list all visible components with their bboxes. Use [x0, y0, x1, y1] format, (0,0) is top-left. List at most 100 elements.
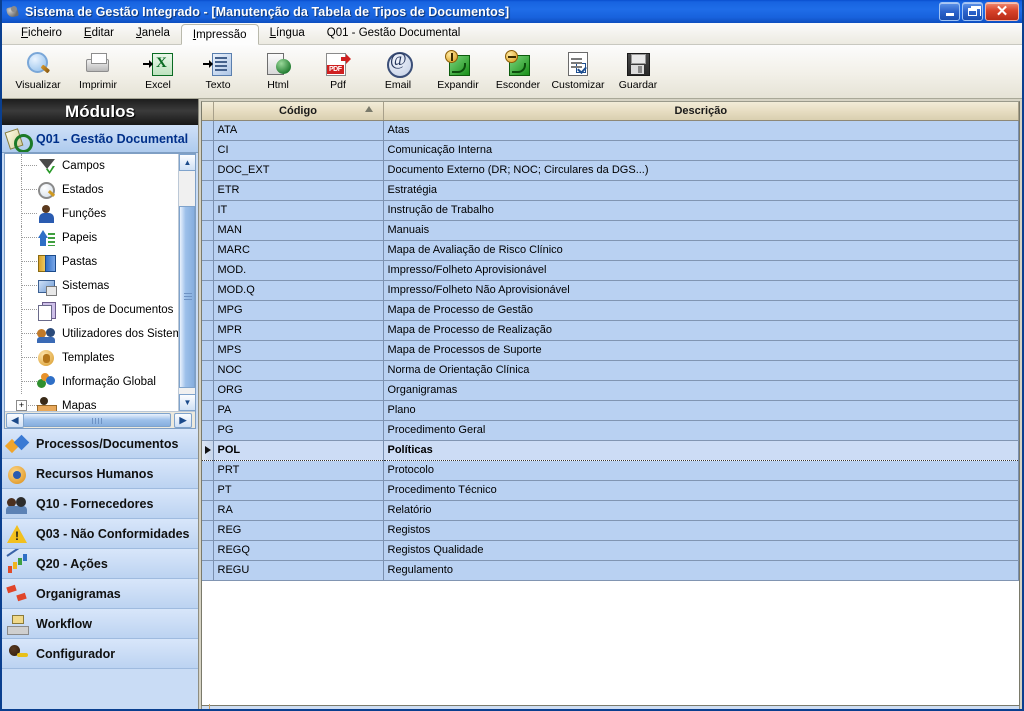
table-row[interactable]: MAN Manuais	[202, 220, 1019, 241]
cell-descricao[interactable]: Atas	[383, 120, 1019, 141]
cell-codigo[interactable]: MOD.Q	[213, 280, 384, 301]
sidebar-module-workflow[interactable]: Workflow	[2, 609, 198, 639]
tree-horizontal-scrollbar[interactable]: ◀ ▶	[5, 411, 195, 428]
toolbar-customizar[interactable]: Customizar	[548, 47, 608, 97]
expand-node-icon[interactable]: +	[16, 400, 27, 411]
table-row[interactable]: IT Instrução de Trabalho	[202, 200, 1019, 221]
cell-descricao[interactable]: Políticas	[383, 439, 1019, 461]
tree-item-utilizadores[interactable]: Utilizadores dos Sistema	[5, 322, 178, 346]
scroll-right-icon[interactable]: ▶	[174, 412, 192, 428]
cell-descricao[interactable]: Plano	[383, 400, 1019, 421]
cell-codigo[interactable]: DOC_EXT	[213, 160, 384, 181]
cell-descricao[interactable]: Procedimento Técnico	[383, 480, 1019, 501]
table-row[interactable]: MPR Mapa de Processo de Realização	[202, 320, 1019, 341]
table-row[interactable]: CI Comunicação Interna	[202, 140, 1019, 161]
cell-descricao[interactable]: Organigramas	[383, 380, 1019, 401]
sidebar-module-processos[interactable]: Processos/Documentos	[2, 429, 198, 459]
table-row[interactable]: PRT Protocolo	[202, 460, 1019, 481]
toolbar-email[interactable]: Email	[368, 47, 428, 97]
cell-descricao[interactable]: Norma de Orientação Clínica	[383, 360, 1019, 381]
sidebar-module-recursos-humanos[interactable]: Recursos Humanos	[2, 459, 198, 489]
toolbar-html[interactable]: Html	[248, 47, 308, 97]
table-row[interactable]: MPS Mapa de Processos de Suporte	[202, 340, 1019, 361]
table-row[interactable]: MOD.Q Impresso/Folheto Não Aprovisionável	[202, 280, 1019, 301]
cell-codigo[interactable]: CI	[213, 140, 384, 161]
cell-codigo[interactable]: MPS	[213, 340, 384, 361]
cell-codigo[interactable]: PT	[213, 480, 384, 501]
tree-item-papeis[interactable]: Papeis	[5, 226, 178, 250]
cell-descricao[interactable]: Registos	[383, 520, 1019, 541]
cell-codigo[interactable]: ORG	[213, 380, 384, 401]
cell-codigo[interactable]: MPG	[213, 300, 384, 321]
cell-descricao[interactable]: Relatório	[383, 500, 1019, 521]
sidebar-module-configurador[interactable]: Configurador	[2, 639, 198, 669]
tree-item-informacao-global[interactable]: Informação Global	[5, 370, 178, 394]
cell-descricao[interactable]: Mapa de Processo de Realização	[383, 320, 1019, 341]
table-row[interactable]: MOD. Impresso/Folheto Aprovisionável	[202, 260, 1019, 281]
table-row[interactable]: MPG Mapa de Processo de Gestão	[202, 300, 1019, 321]
scroll-up-icon[interactable]: ▲	[179, 154, 195, 171]
toolbar-excel[interactable]: Excel	[128, 47, 188, 97]
cell-codigo[interactable]: REGQ	[213, 540, 384, 561]
cell-codigo[interactable]: PG	[213, 420, 384, 441]
table-row[interactable]: RA Relatório	[202, 500, 1019, 521]
scroll-left-icon[interactable]: ◀	[6, 412, 24, 428]
cell-descricao[interactable]: Manuais	[383, 220, 1019, 241]
table-row[interactable]: PT Procedimento Técnico	[202, 480, 1019, 501]
cell-descricao[interactable]: Registos Qualidade	[383, 540, 1019, 561]
close-button[interactable]: ✕	[985, 2, 1019, 21]
cell-codigo[interactable]: REG	[213, 520, 384, 541]
cell-codigo[interactable]: PRT	[213, 460, 384, 481]
cell-descricao[interactable]: Mapa de Processos de Suporte	[383, 340, 1019, 361]
cell-codigo[interactable]: IT	[213, 200, 384, 221]
sidebar-module-nao-conformidades[interactable]: Q03 - Não Conformidades	[2, 519, 198, 549]
cell-codigo[interactable]: MPR	[213, 320, 384, 341]
scroll-down-icon[interactable]: ▼	[179, 394, 195, 411]
toolbar-guardar[interactable]: Guardar	[608, 47, 668, 97]
table-row[interactable]: NOC Norma de Orientação Clínica	[202, 360, 1019, 381]
minimize-button[interactable]	[939, 2, 960, 21]
table-row[interactable]: PA Plano	[202, 400, 1019, 421]
cell-descricao[interactable]: Estratégia	[383, 180, 1019, 201]
cell-codigo[interactable]: RA	[213, 500, 384, 521]
table-row[interactable]: REG Registos	[202, 520, 1019, 541]
cell-codigo[interactable]: PA	[213, 400, 384, 421]
cell-descricao[interactable]: Documento Externo (DR; NOC; Circulares d…	[383, 160, 1019, 181]
cell-codigo[interactable]: NOC	[213, 360, 384, 381]
cell-descricao[interactable]: Instrução de Trabalho	[383, 200, 1019, 221]
tree-item-mapas[interactable]: + Mapas	[5, 394, 178, 411]
table-row[interactable]: PG Procedimento Geral	[202, 420, 1019, 441]
cell-descricao[interactable]: Impresso/Folheto Não Aprovisionável	[383, 280, 1019, 301]
cell-codigo[interactable]: MOD.	[213, 260, 384, 281]
cell-descricao[interactable]: Mapa de Processo de Gestão	[383, 300, 1019, 321]
table-row[interactable]: REGQ Registos Qualidade	[202, 540, 1019, 561]
toolbar-expandir[interactable]: Expandir	[428, 47, 488, 97]
menu-impressao[interactable]: Impressão	[180, 24, 259, 45]
menu-lingua[interactable]: Língua	[259, 23, 316, 44]
table-row[interactable]: POL Políticas	[202, 439, 1019, 461]
tree-item-estados[interactable]: Estados	[5, 178, 178, 202]
menu-janela[interactable]: Janela	[125, 23, 181, 44]
document-types-grid[interactable]: Código Descrição ATA Atas CI Comunicação In…	[201, 101, 1020, 706]
sidebar-module-acoes[interactable]: Q20 - Ações	[2, 549, 198, 579]
cell-codigo[interactable]: MAN	[213, 220, 384, 241]
table-row[interactable]: ETR Estratégia	[202, 180, 1019, 201]
table-row[interactable]: ATA Atas	[202, 120, 1019, 141]
cell-codigo[interactable]: MARC	[213, 240, 384, 261]
cell-codigo[interactable]: REGU	[213, 560, 384, 581]
cell-descricao[interactable]: Mapa de Avaliação de Risco Clínico	[383, 240, 1019, 261]
tree-item-templates[interactable]: Templates	[5, 346, 178, 370]
cell-descricao[interactable]: Protocolo	[383, 460, 1019, 481]
table-row[interactable]: DOC_EXT Documento Externo (DR; NOC; Circu…	[202, 160, 1019, 181]
tree-item-tipos-de-documentos[interactable]: Tipos de Documentos	[5, 298, 178, 322]
tree-item-funcoes[interactable]: Funções	[5, 202, 178, 226]
tree-item-campos[interactable]: Campos	[5, 154, 178, 178]
toolbar-texto[interactable]: Texto	[188, 47, 248, 97]
tree-scroll-thumb[interactable]	[179, 206, 195, 388]
cell-codigo[interactable]: POL	[213, 439, 384, 461]
sidebar-module-fornecedores[interactable]: Q10 - Fornecedores	[2, 489, 198, 519]
menu-editar[interactable]: Editar	[73, 23, 125, 44]
cell-descricao[interactable]: Regulamento	[383, 560, 1019, 581]
column-header-codigo[interactable]: Código	[213, 102, 384, 121]
cell-descricao[interactable]: Comunicação Interna	[383, 140, 1019, 161]
